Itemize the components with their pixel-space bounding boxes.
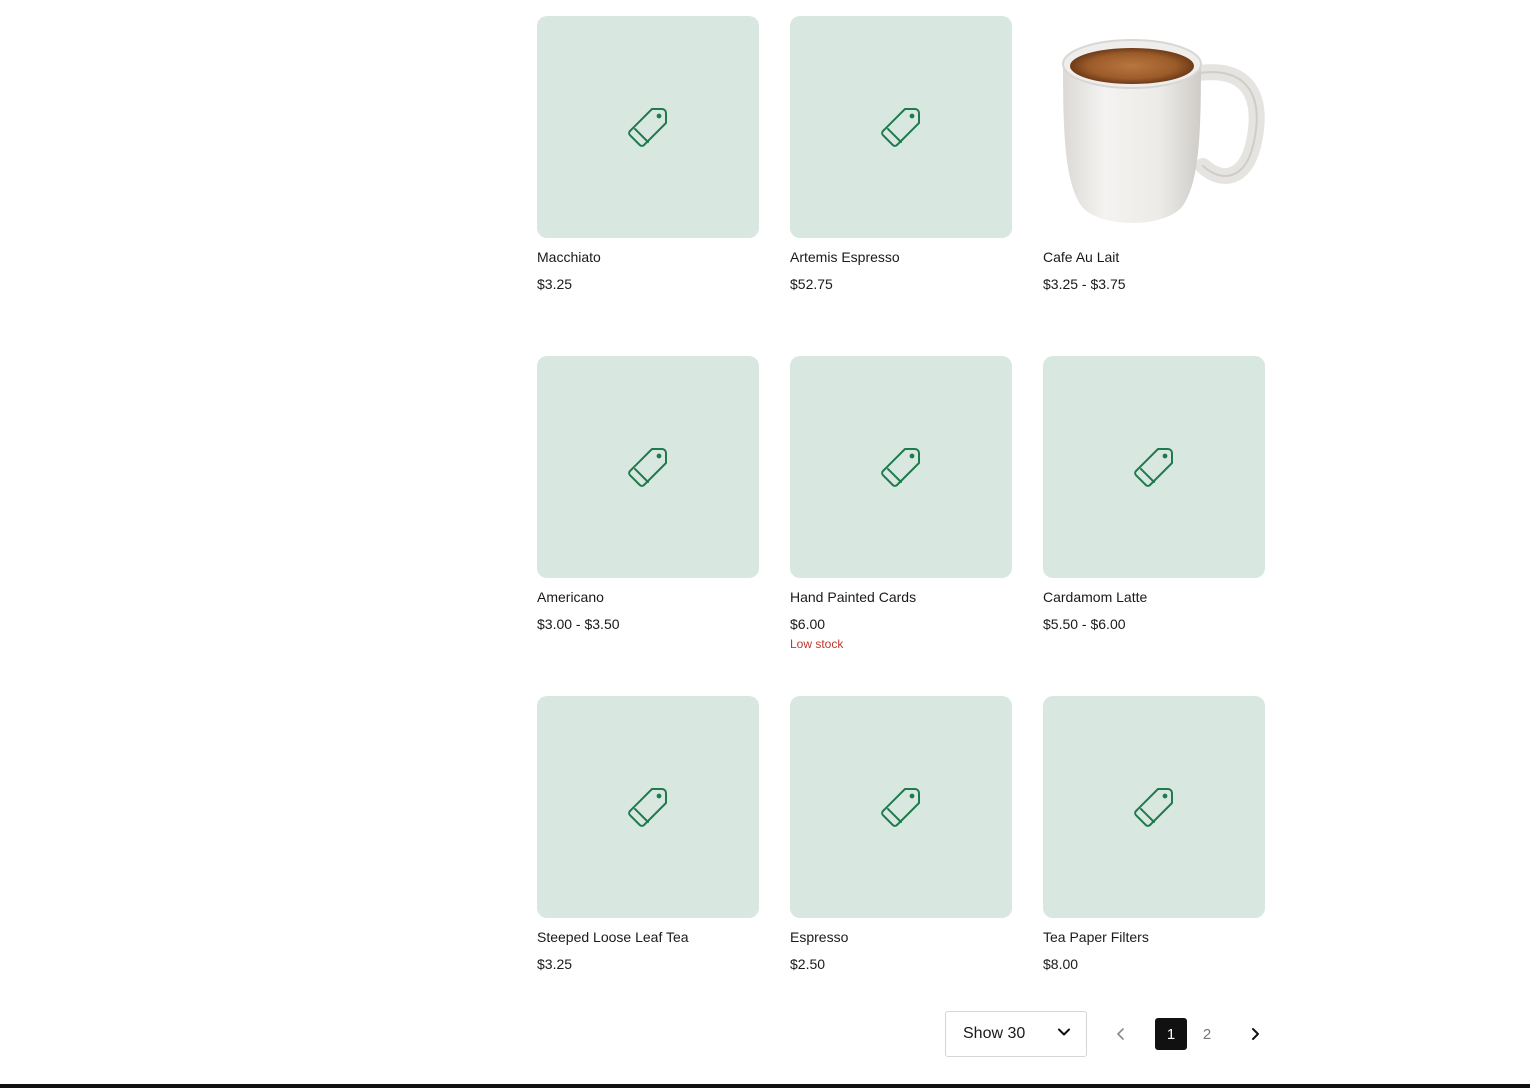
product-card[interactable]: Steeped Loose Leaf Tea $3.25 [537, 696, 759, 1036]
product-image-placeholder[interactable] [537, 16, 759, 238]
product-card[interactable]: Macchiato $3.25 [537, 16, 759, 356]
product-card[interactable]: Artemis Espresso $52.75 [790, 16, 1012, 356]
product-price: $8.00 [1043, 956, 1079, 972]
product-card[interactable]: Hand Painted Cards $6.00 Low stock [790, 356, 1012, 696]
tag-icon [879, 445, 923, 489]
product-name[interactable]: Hand Painted Cards [790, 589, 1012, 606]
product-name[interactable]: Steeped Loose Leaf Tea [537, 929, 759, 946]
product-card[interactable]: Tea Paper Filters $8.00 [1043, 696, 1265, 1036]
product-card[interactable]: Espresso $2.50 [790, 696, 1012, 1036]
product-listing-page: Macchiato $3.25 Artemis Espresso $52.75 Cafe… [0, 0, 1530, 1088]
product-price: $52.75 [790, 276, 833, 292]
product-card[interactable]: Cafe Au Lait $3.25 - $3.75 [1043, 16, 1265, 356]
product-price: $5.50 - $6.00 [1043, 616, 1126, 632]
product-card[interactable]: Cardamom Latte $5.50 - $6.00 [1043, 356, 1265, 696]
next-page-button[interactable] [1243, 1018, 1267, 1050]
coffee-mug-photo [1043, 16, 1265, 238]
pagination: 1 2 [1109, 1018, 1267, 1050]
product-image-placeholder[interactable] [790, 696, 1012, 918]
tag-icon [1132, 785, 1176, 829]
chevron-right-icon [1252, 1028, 1259, 1040]
previous-page-button[interactable] [1109, 1018, 1133, 1050]
product-grid: Macchiato $3.25 Artemis Espresso $52.75 Cafe… [537, 16, 1265, 1036]
product-name[interactable]: Americano [537, 589, 759, 606]
product-name[interactable]: Artemis Espresso [790, 249, 1012, 266]
stock-status: Low stock [790, 637, 844, 651]
product-price: $3.25 [537, 956, 573, 972]
product-price: $3.00 - $3.50 [537, 616, 620, 632]
listing-footer: Show 30 1 2 [945, 1011, 1267, 1057]
product-name[interactable]: Tea Paper Filters [1043, 929, 1265, 946]
product-price: $6.00 [790, 616, 826, 632]
product-price: $3.25 [537, 276, 573, 292]
page-bottom-border [0, 1084, 1530, 1088]
coffee-mug-image[interactable] [1043, 16, 1265, 238]
product-price: $2.50 [790, 956, 826, 972]
product-image-placeholder[interactable] [790, 356, 1012, 578]
tag-icon [879, 105, 923, 149]
product-image-placeholder[interactable] [537, 696, 759, 918]
product-price: $3.25 - $3.75 [1043, 276, 1126, 292]
product-card[interactable]: Americano $3.00 - $3.50 [537, 356, 759, 696]
product-name[interactable]: Macchiato [537, 249, 759, 266]
product-image-placeholder[interactable] [1043, 696, 1265, 918]
chevron-down-icon [1056, 1024, 1072, 1045]
product-image-placeholder[interactable] [537, 356, 759, 578]
tag-icon [626, 785, 670, 829]
tag-icon [879, 785, 923, 829]
tag-icon [626, 445, 670, 489]
product-image-placeholder[interactable] [790, 16, 1012, 238]
page-size-label: Show 30 [963, 1025, 1026, 1042]
page-2-button[interactable]: 2 [1191, 1018, 1223, 1050]
product-name[interactable]: Cafe Au Lait [1043, 249, 1265, 266]
tag-icon [626, 105, 670, 149]
chevron-left-icon [1117, 1028, 1124, 1040]
product-name[interactable]: Espresso [790, 929, 1012, 946]
page-size-select[interactable]: Show 30 [945, 1011, 1087, 1057]
tag-icon [1132, 445, 1176, 489]
product-image-placeholder[interactable] [1043, 356, 1265, 578]
product-name[interactable]: Cardamom Latte [1043, 589, 1265, 606]
page-1-button[interactable]: 1 [1155, 1018, 1187, 1050]
